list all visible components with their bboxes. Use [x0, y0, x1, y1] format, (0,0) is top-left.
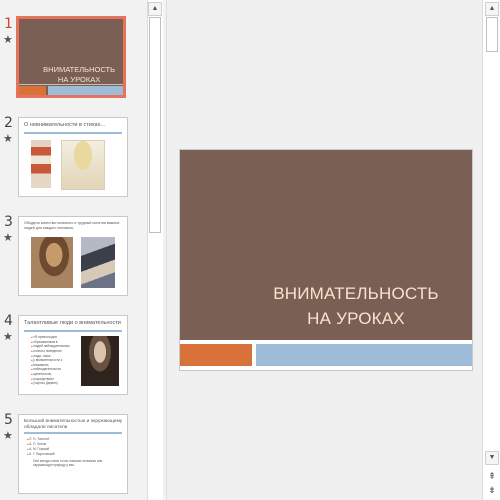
thumbnail-title: Большой внимательностью и окружающему об… — [24, 419, 123, 430]
slide-thumbnail-5[interactable]: Большой внимательностью и окружающему об… — [18, 414, 128, 494]
star-icon: ★ — [3, 34, 13, 46]
divider — [24, 330, 122, 332]
star-icon: ★ — [3, 133, 13, 145]
main-slide[interactable]: ВНИМАТЕЛЬНОСТЬ НА УРОКАХ — [180, 150, 472, 370]
slide-thumbnail-1[interactable]: ВНИМАТЕЛЬНОСТЬ НА УРОКАХ — [16, 16, 126, 98]
divider — [24, 432, 122, 434]
scrollbar-thumb[interactable] — [149, 17, 161, 233]
book-cover-image — [31, 140, 51, 188]
divider — [19, 84, 123, 85]
scroll-down-icon[interactable]: ▼ — [485, 451, 499, 465]
star-icon: ★ — [3, 232, 13, 244]
note-text: Они всегда очень точно описали человека … — [33, 459, 103, 468]
slide-title[interactable]: ВНИМАТЕЛЬНОСТЬ НА УРОКАХ — [250, 282, 462, 331]
divider — [24, 132, 122, 134]
slide-number-3: 3 — [4, 214, 13, 230]
slide-number-5: 5 — [4, 412, 13, 428]
slide-thumbnail-4[interactable]: Талантливые люди о внимательности «Я пре… — [18, 315, 128, 395]
painting-image — [31, 237, 73, 288]
illustration-image — [61, 140, 105, 190]
thumbnail-scrollbar[interactable]: ▲ — [147, 0, 163, 500]
slide-number-1: 1 — [4, 16, 13, 32]
previous-slide-icon[interactable]: ⇞ — [485, 470, 499, 484]
bullet-list: Л. Н. Толстой А. П. Чехов А. М. Горький … — [27, 437, 119, 457]
next-slide-icon[interactable]: ⇟ — [485, 484, 499, 498]
slide-number-2: 2 — [4, 115, 13, 131]
scrollbar-thumb[interactable] — [486, 17, 498, 52]
photo-image — [81, 237, 115, 288]
star-icon: ★ — [3, 331, 13, 343]
editor-scrollbar[interactable]: ▲ ▼ ⇞ ⇟ — [482, 0, 500, 500]
accent-bar-orange — [180, 344, 252, 366]
portrait-image — [81, 336, 119, 386]
accent-bar-orange — [19, 86, 46, 95]
slide-thumbnail-3[interactable]: Обсудить качества полезного и трудный по… — [18, 216, 128, 296]
accent-bar-blue — [256, 344, 472, 366]
quote-text: «Я превосходно образованным в людей набл… — [31, 335, 77, 386]
thumbnail-title: Талантливые люди о внимательности — [24, 320, 121, 326]
slide-thumbnail-2[interactable]: О невнимательности в стихах... — [18, 117, 128, 197]
thumbnail-title: О невнимательности в стихах... — [24, 122, 105, 128]
thumbnail-title: Обсудить качества полезного и трудный по… — [24, 221, 120, 230]
scroll-up-icon[interactable]: ▲ — [485, 2, 499, 16]
star-icon: ★ — [3, 430, 13, 442]
scroll-up-icon[interactable]: ▲ — [148, 2, 162, 16]
thumbnail-title: ВНИМАТЕЛЬНОСТЬ НА УРОКАХ — [43, 65, 115, 85]
accent-bar-blue — [48, 86, 123, 95]
slide-number-4: 4 — [4, 313, 13, 329]
slide-thumbnail-pane[interactable]: 1 ★ ВНИМАТЕЛЬНОСТЬ НА УРОКАХ 2 ★ О невни… — [0, 0, 147, 500]
